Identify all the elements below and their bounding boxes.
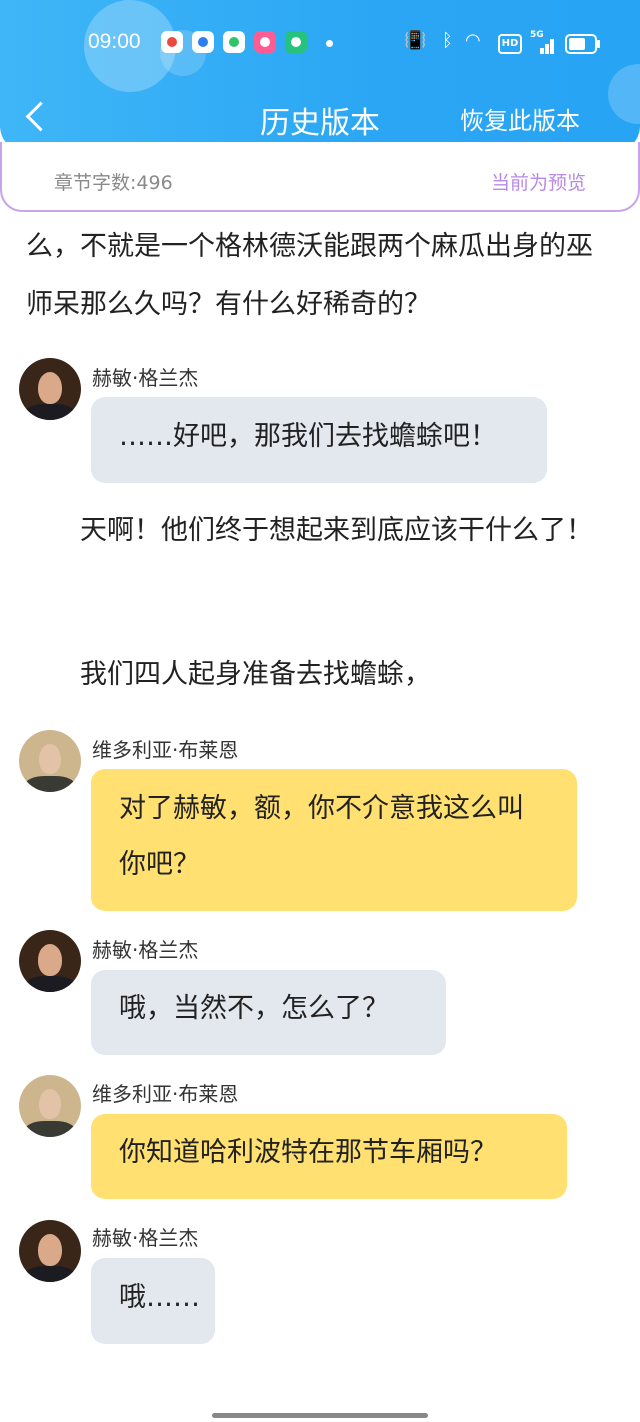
- app-header: 09:00 📳 ᛒ ◠ HD 5G 历史版本 恢复此版本: [0, 0, 640, 152]
- gesture-navigation-bar[interactable]: [212, 1413, 428, 1418]
- notification-app-icon: [161, 31, 183, 53]
- speaker-name: 维多利亚·布莱恩: [92, 1082, 239, 1106]
- status-time: 09:00: [88, 30, 141, 53]
- blue-app-icon: [192, 31, 214, 53]
- preview-status: 当前为预览: [490, 172, 586, 194]
- status-bar: 09:00 📳 ᛒ ◠ HD 5G: [0, 22, 640, 64]
- hd-badge: HD: [498, 34, 522, 54]
- avatar-hermione: [19, 358, 81, 420]
- chapter-word-count: 章节字数:496: [54, 172, 173, 194]
- network-type: 5G: [530, 30, 544, 40]
- chat-bubble: 哦……: [91, 1258, 215, 1344]
- avatar-hermione: [19, 930, 81, 992]
- story-paragraph: 我们四人起身准备去找蟾蜍，: [26, 659, 431, 690]
- green-app-icon: [285, 31, 307, 53]
- chat-bubble: ……好吧，那我们去找蟾蜍吧！: [91, 397, 547, 483]
- chapter-info-bar: 章节字数:496 当前为预览: [0, 142, 640, 212]
- wifi-icon: ◠: [465, 30, 481, 51]
- chat-bubble: 哦，当然不，怎么了？: [91, 970, 446, 1055]
- avatar-victoria: [19, 730, 81, 792]
- speaker-name: 赫敏·格兰杰: [92, 1226, 199, 1250]
- pink-app-icon: [254, 31, 276, 53]
- more-notifications-dot: [326, 40, 333, 47]
- video-app-icon: [223, 31, 245, 53]
- avatar-hermione: [19, 1220, 81, 1282]
- speaker-name: 维多利亚·布莱恩: [92, 738, 239, 762]
- signal-icon: 5G: [530, 30, 556, 54]
- vibrate-mute-icon: 📳: [404, 30, 427, 51]
- restore-version-button[interactable]: 恢复此版本: [460, 101, 580, 136]
- speaker-name: 赫敏·格兰杰: [92, 938, 199, 962]
- avatar-victoria: [19, 1075, 81, 1137]
- story-paragraph: 天啊！他们终于想起来到底应该干什么了！: [26, 515, 593, 546]
- chat-bubble: 你知道哈利波特在那节车厢吗？: [91, 1114, 567, 1199]
- battery-icon: [565, 34, 600, 54]
- story-paragraph: 么，不就是一个格林德沃能跟两个麻瓜出身的巫师呆那么久吗？有什么好稀奇的？: [26, 231, 593, 320]
- bluetooth-icon: ᛒ: [442, 30, 453, 51]
- speaker-name: 赫敏·格兰杰: [92, 366, 199, 390]
- chat-bubble: 对了赫敏，额，你不介意我这么叫你吧？: [91, 769, 577, 911]
